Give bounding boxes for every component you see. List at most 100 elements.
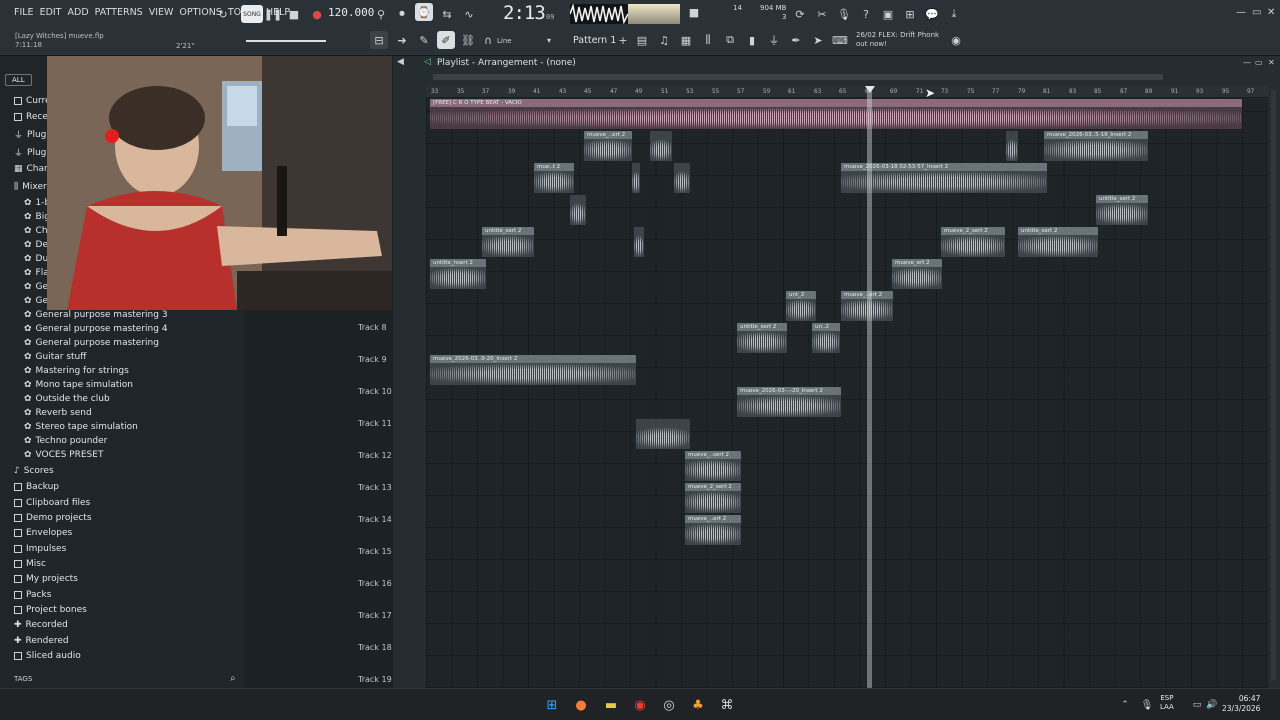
help-icon[interactable]: ? [857, 5, 875, 23]
paint-icon[interactable]: ✐ [437, 31, 455, 49]
refresh-icon[interactable]: ↻ [214, 5, 232, 23]
audio-clip[interactable]: mue..t 2 [534, 163, 574, 193]
firefox-icon[interactable]: ● [572, 696, 590, 714]
menu-edit[interactable]: EDIT [40, 7, 62, 18]
maximize-icon[interactable]: ▭ [1252, 7, 1261, 18]
metronome-icon[interactable]: ⚲ [372, 5, 390, 23]
vertical-scrollbar[interactable] [1271, 90, 1276, 680]
mixer-preset-item[interactable]: ✿ Stereo tape simulation [24, 422, 138, 432]
blend-icon[interactable]: ∿ [460, 5, 478, 23]
browser-folder-scores[interactable]: ♪ Scores [14, 466, 54, 476]
record-icon[interactable]: ● [308, 5, 326, 23]
timeline-ruler[interactable]: 33 35 37 39 41 43 45 47 49 51 53 55 57 5… [426, 86, 1268, 98]
mixer-preset-item[interactable]: ✿ General purpose mastering 3 [24, 310, 168, 320]
browser-folder-clipboard[interactable]: Clipboard files [14, 498, 90, 508]
mixer-preset-item[interactable]: ✿ Mono tape simulation [24, 380, 133, 390]
mixer-icon[interactable]: ⊞ [901, 5, 919, 23]
browser-folder-packs[interactable]: Packs [14, 590, 51, 600]
stop-icon[interactable]: ■ [285, 5, 303, 23]
song-mode-toggle[interactable]: SONG [241, 5, 263, 23]
link-icon[interactable]: ⛓ [459, 31, 477, 49]
browser-folder-impulses[interactable]: Impulses [14, 544, 66, 554]
chrome-icon[interactable]: ◉ [631, 696, 649, 714]
minimize-icon[interactable]: — [1243, 58, 1251, 67]
brush-icon[interactable]: ✒ [787, 31, 805, 49]
mic-icon[interactable]: 🎙 [835, 5, 853, 23]
windows-start-icon[interactable]: ⊞ [543, 696, 561, 714]
close-icon[interactable]: ✕ [1268, 58, 1275, 67]
audio-clip[interactable]: untitle_sert 2 [482, 227, 534, 257]
mixer-preset-item[interactable]: ✿ Outside the club [24, 394, 110, 404]
pencil-icon[interactable]: ✎ [415, 31, 433, 49]
file-icon[interactable]: ▮ [743, 31, 761, 49]
arrangement-grid[interactable]: [FREE] C R O TYPE BEAT - VACIO mueve_..e… [426, 98, 1268, 688]
play-pattern-icon[interactable]: ◁ [424, 57, 431, 67]
audio-clip[interactable]: mueve_2026-03-..-20_Insert 2 [737, 387, 841, 417]
browser-folder-backup[interactable]: Backup [14, 482, 59, 492]
browser-folder-current[interactable]: Curre [14, 96, 51, 106]
browser-folder-misc[interactable]: Misc [14, 559, 46, 569]
track-label[interactable]: Track 18 [358, 643, 392, 652]
mixer-preset-item[interactable]: ✿ Guitar stuff [24, 352, 86, 362]
audio-clip[interactable] [570, 195, 586, 225]
app-icon[interactable]: ⌘ [718, 696, 736, 714]
search-icon[interactable]: ⌕ [230, 673, 236, 684]
browser-folder-project-bones[interactable]: Project bones [14, 605, 87, 615]
minimize-icon[interactable]: — [1236, 7, 1246, 18]
volume-icon[interactable]: 🔊 [1203, 696, 1221, 714]
audio-clip[interactable]: untitle_nsert 2 [430, 259, 486, 289]
audio-clip[interactable]: mueve_2_sert 2 [941, 227, 1005, 257]
browser-folder-mixer-presets[interactable]: ⫼ Mixer [14, 182, 47, 192]
browser-folder-rendered[interactable]: ✚ Rendered [14, 636, 69, 646]
audio-clip[interactable] [636, 419, 690, 449]
audio-clip[interactable]: [FREE] C R O TYPE BEAT - VACIO [430, 99, 1242, 129]
file-explorer-icon[interactable]: ▬ [602, 696, 620, 714]
keyboard-icon[interactable]: ⌨ [831, 31, 849, 49]
mixer-preset-item[interactable]: ✿ Fla [24, 268, 49, 278]
refresh-cycle-icon[interactable]: ⟳ [791, 5, 809, 23]
tags-label[interactable]: TAGS [14, 675, 32, 683]
browser-folder-demo[interactable]: Demo projects [14, 513, 92, 523]
plugin-icon[interactable]: ⧉ [721, 31, 739, 49]
snap-select[interactable]: Line [497, 37, 512, 45]
browser-folder-envelopes[interactable]: Envelopes [14, 528, 72, 538]
browser-folder-recorded[interactable]: ✚ Recorded [14, 620, 68, 630]
audio-clip[interactable] [674, 163, 690, 193]
speaker-icon[interactable]: ◀ [397, 57, 404, 67]
fl-studio-icon[interactable]: ♣ [689, 696, 707, 714]
track-label[interactable]: Track 14 [358, 515, 392, 524]
browser-folder-sliced[interactable]: Sliced audio [14, 651, 81, 661]
audio-clip[interactable] [634, 227, 644, 257]
track-label[interactable]: Track 16 [358, 579, 392, 588]
audio-clip[interactable] [1006, 131, 1018, 161]
audio-clip[interactable]: mueve_..sert 2 [685, 451, 741, 481]
track-label[interactable]: Track 9 [358, 355, 387, 364]
maximize-icon[interactable]: ▭ [1255, 58, 1263, 67]
browser-folder-plugin-db[interactable]: ⏚ Plugi [14, 128, 49, 142]
playhead[interactable] [867, 86, 872, 688]
channel-rack-icon[interactable]: ▦ [677, 31, 695, 49]
playlist-title[interactable]: Playlist - Arrangement - (none) [437, 58, 576, 68]
menu-file[interactable]: FILE [14, 7, 34, 18]
track-label[interactable]: Track 11 [358, 419, 392, 428]
track-label[interactable]: Track 19 [358, 675, 392, 684]
mixer-preset-item[interactable]: ✿ Mastering for strings [24, 366, 129, 376]
master-volume-slider[interactable] [246, 40, 326, 42]
tempo-display[interactable]: 120.000 [328, 6, 374, 19]
track-label[interactable]: Track 13 [358, 483, 392, 492]
audio-clip[interactable]: unt_2 [786, 291, 816, 321]
browser-folder-plugin-presets[interactable]: ⏚ Plugi [14, 146, 49, 160]
audio-clip[interactable]: mueve_2_sert 2 [685, 483, 741, 513]
audio-clip[interactable]: untitle_sert 2 [737, 323, 787, 353]
pattern-select[interactable]: Pattern 1 [573, 35, 616, 46]
audio-clip[interactable]: untitle_sert 2 [1018, 227, 1098, 257]
track-label[interactable]: Track 8 [358, 323, 387, 332]
audio-clip[interactable]: mueve_2026-03..5-19_Insert 2 [1044, 131, 1148, 161]
loop-record-icon[interactable]: ⇆ [438, 5, 456, 23]
audio-clip[interactable] [650, 131, 672, 161]
mixer-preset-item[interactable]: ✿ VOCES PRESET [24, 450, 103, 460]
language-indicator[interactable]: ESP LAA [1160, 694, 1174, 712]
track-label[interactable]: Track 12 [358, 451, 392, 460]
news-panel[interactable]: 26/02 FLEX: Drift Phonk out now! [856, 31, 939, 49]
magnet-icon[interactable]: ∩ [479, 31, 497, 49]
